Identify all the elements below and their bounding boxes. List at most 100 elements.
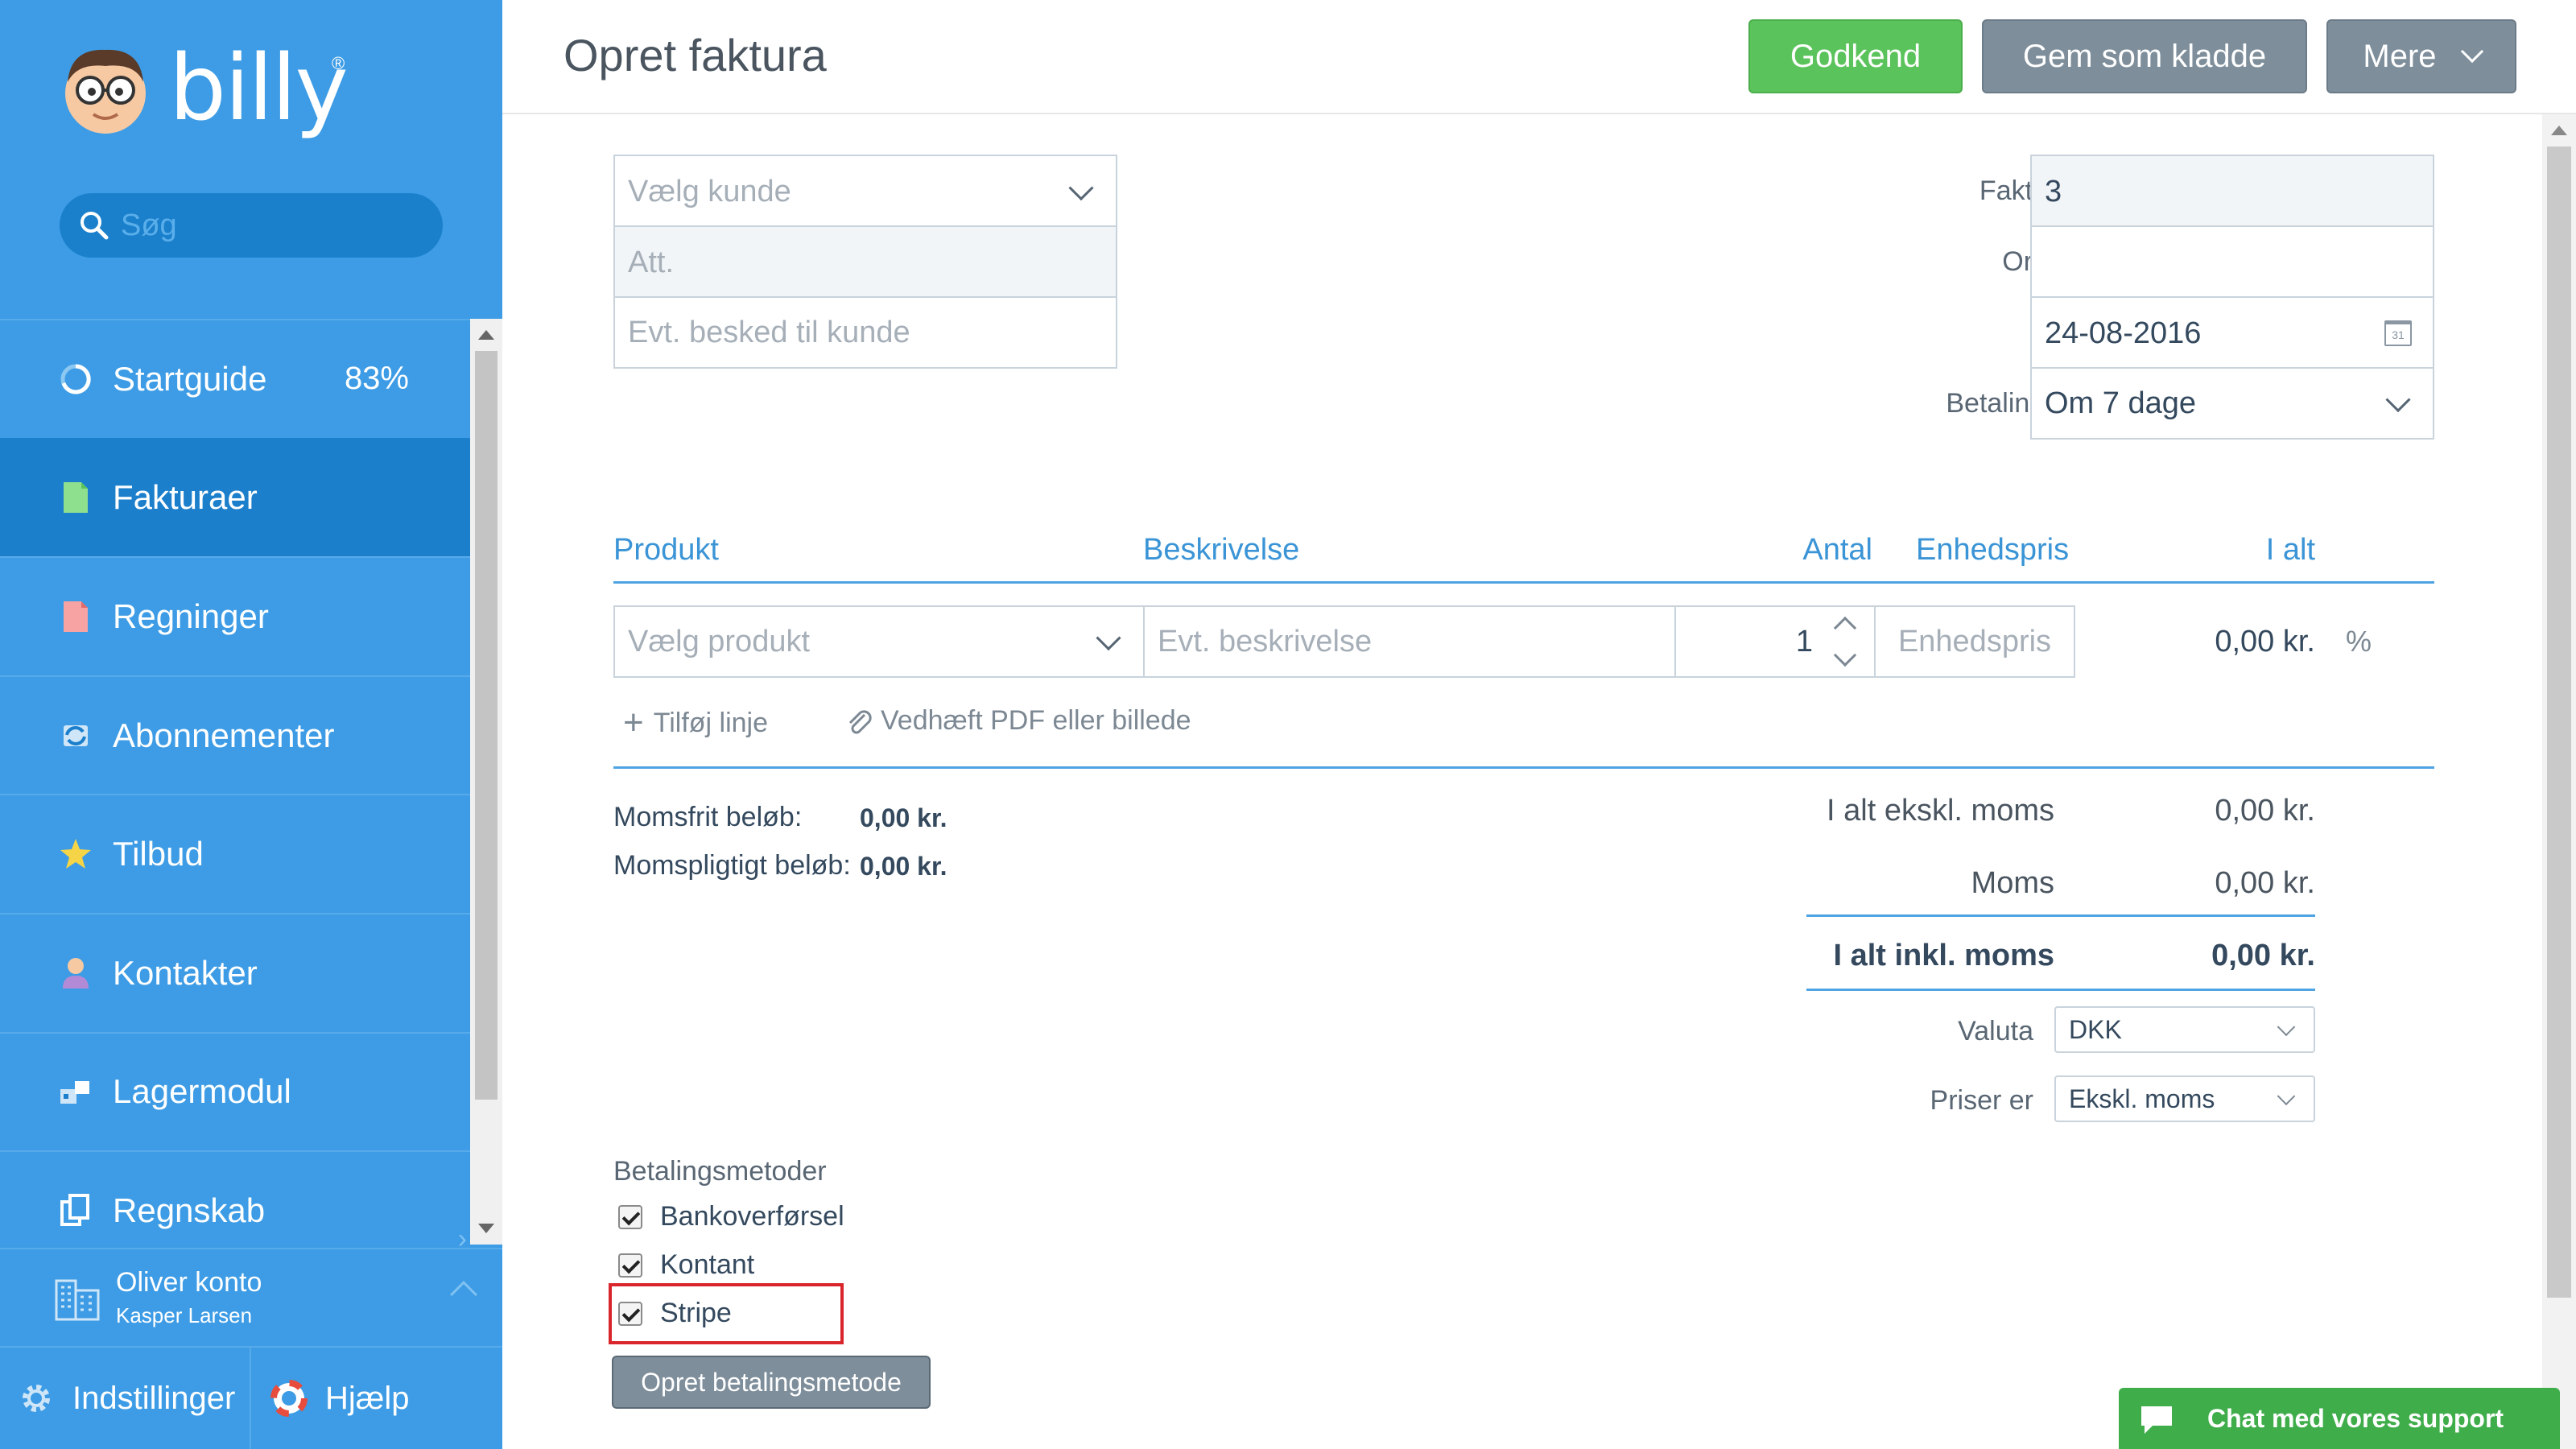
vat-label: Moms bbox=[1971, 866, 2054, 900]
currency-value: DKK bbox=[2069, 1014, 2122, 1044]
sidebar-item-label: Lagermodul bbox=[113, 1072, 291, 1111]
sidebar-item-label: Abonnementer bbox=[113, 716, 335, 754]
due-select[interactable]: Om 7 dage bbox=[2030, 367, 2434, 440]
sidebar-item-abonnementer[interactable]: Abonnementer bbox=[0, 675, 470, 795]
sidebar-item-label: Fakturaer bbox=[113, 478, 258, 517]
approve-button[interactable]: Godkend bbox=[1748, 19, 1963, 93]
page-header: Opret faktura Godkend Gem som kladde Mer… bbox=[502, 0, 2576, 114]
chevron-up-icon bbox=[450, 1281, 477, 1308]
brand-logo[interactable]: billy ® bbox=[63, 42, 349, 135]
account-name: Oliver konto bbox=[116, 1267, 262, 1298]
payment-method-bank[interactable]: Bankoverførsel bbox=[618, 1201, 844, 1232]
create-payment-method-button[interactable]: Opret betalingsmetode bbox=[612, 1356, 931, 1409]
date-field[interactable]: 24-08-2016 31 bbox=[2030, 296, 2434, 369]
table-header-divider bbox=[613, 581, 2434, 584]
product-select[interactable]: Vælg produkt bbox=[613, 605, 1145, 678]
column-header-description: Beskrivelse bbox=[1143, 533, 1300, 567]
scroll-up-arrow-icon[interactable] bbox=[478, 330, 494, 340]
sidebar-item-kontakter[interactable]: Kontakter bbox=[0, 912, 470, 1032]
chevron-down-icon bbox=[2385, 387, 2411, 413]
column-header-quantity: Antal bbox=[1802, 533, 1872, 567]
payment-method-cash[interactable]: Kontant bbox=[618, 1249, 754, 1281]
message-placeholder: Evt. besked til kunde bbox=[628, 315, 910, 349]
prices-select[interactable]: Ekskl. moms bbox=[2054, 1075, 2315, 1122]
checkbox[interactable] bbox=[618, 1253, 642, 1278]
order-number-field[interactable] bbox=[2030, 225, 2434, 298]
building-icon bbox=[55, 1279, 100, 1321]
calendar-icon[interactable]: 31 bbox=[2384, 320, 2412, 346]
invoice-number-field[interactable]: 3 bbox=[2030, 155, 2434, 227]
help-label: Hjælp bbox=[325, 1380, 410, 1416]
plus-icon: + bbox=[623, 703, 644, 742]
payment-methods-title: Betalingsmetoder bbox=[613, 1156, 827, 1187]
paperclip-icon bbox=[848, 709, 872, 733]
settings-label: Indstillinger bbox=[72, 1380, 236, 1416]
chat-support-button[interactable]: Chat med vores support bbox=[2119, 1388, 2560, 1449]
add-line-button[interactable]: + Tilføj linje bbox=[623, 705, 768, 741]
description-field[interactable]: Evt. beskrivelse bbox=[1143, 605, 1676, 678]
search-box[interactable] bbox=[60, 193, 443, 258]
page-scrollbar[interactable] bbox=[2542, 114, 2576, 1449]
sidebar-item-label: Regnskab bbox=[113, 1191, 266, 1229]
attach-file-button[interactable]: Vedhæft PDF eller billede bbox=[845, 705, 1191, 737]
att-placeholder: Att. bbox=[628, 245, 675, 279]
search-input[interactable] bbox=[121, 208, 427, 243]
settings-button[interactable]: Indstillinger bbox=[0, 1348, 251, 1449]
billy-face-icon bbox=[65, 49, 146, 134]
help-button[interactable]: Hjælp bbox=[251, 1348, 409, 1449]
subscription-icon bbox=[58, 718, 93, 753]
stepper-down-icon[interactable] bbox=[1833, 643, 1857, 667]
line-total: 0,00 kr. bbox=[2215, 625, 2315, 658]
more-button[interactable]: Mere bbox=[2326, 19, 2516, 93]
totals-divider-bottom bbox=[1806, 989, 2315, 991]
currency-select[interactable]: DKK bbox=[2054, 1006, 2315, 1053]
attach-label: Vedhæft PDF eller billede bbox=[881, 705, 1191, 736]
sidebar-item-tilbud[interactable]: Tilbud bbox=[0, 794, 470, 913]
customer-select-placeholder: Vælg kunde bbox=[628, 174, 791, 208]
chevron-down-icon bbox=[2460, 39, 2483, 64]
sidebar-item-regninger[interactable]: Regninger bbox=[0, 556, 470, 675]
customer-message-field[interactable]: Evt. besked til kunde bbox=[613, 296, 1117, 369]
bill-icon bbox=[58, 599, 93, 634]
chevron-down-icon bbox=[2277, 1087, 2296, 1106]
registered-mark: ® bbox=[332, 53, 345, 73]
sidebar-scroll-thumb[interactable] bbox=[475, 351, 497, 1100]
sidebar-item-fakturaer[interactable]: Fakturaer bbox=[0, 437, 470, 557]
discount-percent-icon[interactable]: % bbox=[2346, 625, 2372, 658]
checkbox[interactable] bbox=[618, 1204, 642, 1229]
totals-divider bbox=[1806, 914, 2315, 917]
progress-percent: 83% bbox=[344, 361, 409, 397]
customer-select[interactable]: Vælg kunde bbox=[613, 155, 1117, 227]
account-switcher[interactable]: Oliver konto Kasper Larsen bbox=[0, 1248, 502, 1346]
sidebar-item-startguide[interactable]: Startguide 83% bbox=[0, 319, 470, 438]
column-header-unit-price: Enhedspris bbox=[1916, 533, 2070, 567]
date-value: 24-08-2016 bbox=[2045, 316, 2202, 350]
save-draft-button[interactable]: Gem som kladde bbox=[1982, 19, 2307, 93]
att-field[interactable]: Att. bbox=[613, 225, 1117, 298]
chevron-down-icon bbox=[1096, 625, 1121, 651]
stepper-up-icon[interactable] bbox=[1833, 616, 1857, 640]
quantity-stepper[interactable]: 1 bbox=[1674, 605, 1876, 678]
vat-free-label: Momsfrit beløb: bbox=[613, 802, 803, 832]
sidebar-item-label: Startguide bbox=[113, 359, 267, 398]
scroll-up-arrow-icon[interactable] bbox=[2551, 126, 2567, 135]
vat-value: 0,00 kr. bbox=[2215, 866, 2315, 900]
scroll-down-arrow-icon[interactable] bbox=[478, 1224, 494, 1233]
description-placeholder: Evt. beskrivelse bbox=[1158, 624, 1373, 658]
sidebar-scrollbar[interactable] bbox=[470, 319, 502, 1245]
sidebar-item-lagermodul[interactable]: Lagermodul bbox=[0, 1031, 470, 1151]
search-icon bbox=[80, 212, 109, 240]
sidebar: billy ® Startguide 83% Fakturaer Re bbox=[0, 0, 502, 1449]
total-excl-label: I alt ekskl. moms bbox=[1827, 794, 2054, 828]
vat-free-value: 0,00 kr. bbox=[860, 803, 947, 832]
chevron-down-icon bbox=[1068, 175, 1094, 201]
page-scroll-thumb[interactable] bbox=[2547, 147, 2571, 1298]
sidebar-item-label: Kontakter bbox=[113, 953, 258, 992]
column-header-product: Produkt bbox=[613, 533, 719, 567]
page-title: Opret faktura bbox=[564, 30, 827, 80]
unit-price-field[interactable]: Enhedspris bbox=[1874, 605, 2075, 678]
prices-label: Priser er bbox=[1930, 1085, 2033, 1116]
sidebar-nav: Startguide 83% Fakturaer Regninger Abonn… bbox=[0, 319, 470, 1269]
chevron-down-icon bbox=[2277, 1018, 2296, 1037]
prices-value: Ekskl. moms bbox=[2069, 1084, 2215, 1113]
